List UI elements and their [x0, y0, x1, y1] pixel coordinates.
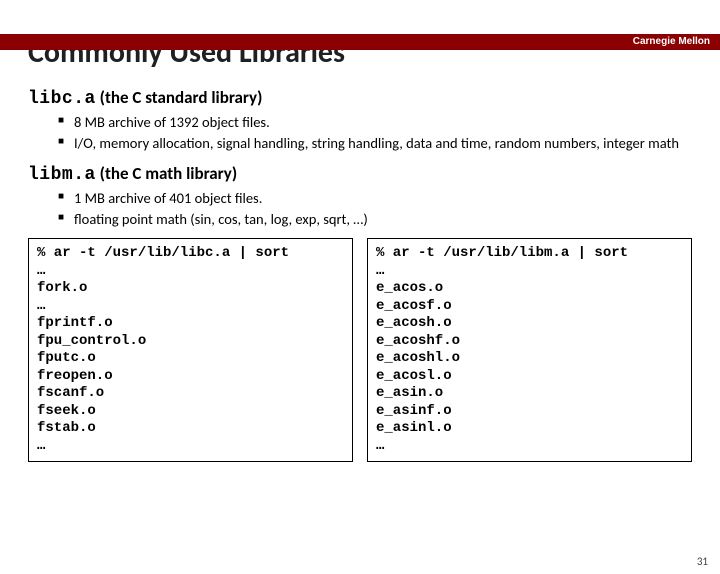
libc-bullets: 8 MB archive of 1392 object files. I/O, … [28, 113, 692, 153]
top-bar [0, 34, 720, 50]
libc-heading: libc.a (the C standard library) [28, 87, 692, 109]
code-box-libc: % ar -t /usr/lib/libc.a | sort … fork.o … [28, 238, 353, 462]
libm-name: libm.a [28, 165, 96, 185]
code-columns: % ar -t /usr/lib/libc.a | sort … fork.o … [28, 238, 692, 462]
list-item: I/O, memory allocation, signal handling,… [58, 134, 692, 153]
libm-desc: (the C math library) [96, 163, 237, 184]
code-box-libm: % ar -t /usr/lib/libm.a | sort … e_acos.… [367, 238, 692, 462]
libc-name: libc.a [28, 89, 96, 109]
section-libc: libc.a (the C standard library) 8 MB arc… [28, 87, 692, 153]
libc-desc: (the C standard library) [96, 87, 263, 108]
list-item: 1 MB archive of 401 object files. [58, 189, 692, 208]
list-item: floating point math (sin, cos, tan, log,… [58, 210, 692, 229]
libm-heading: libm.a (the C math library) [28, 163, 692, 185]
libm-bullets: 1 MB archive of 401 object files. floati… [28, 189, 692, 229]
section-libm: libm.a (the C math library) 1 MB archive… [28, 163, 692, 229]
list-item: 8 MB archive of 1392 object files. [58, 113, 692, 132]
slide: Carnegie Mellon Commonly Used Libraries … [0, 34, 720, 574]
brand-label: Carnegie Mellon [633, 34, 710, 50]
slide-number: 31 [697, 555, 708, 568]
